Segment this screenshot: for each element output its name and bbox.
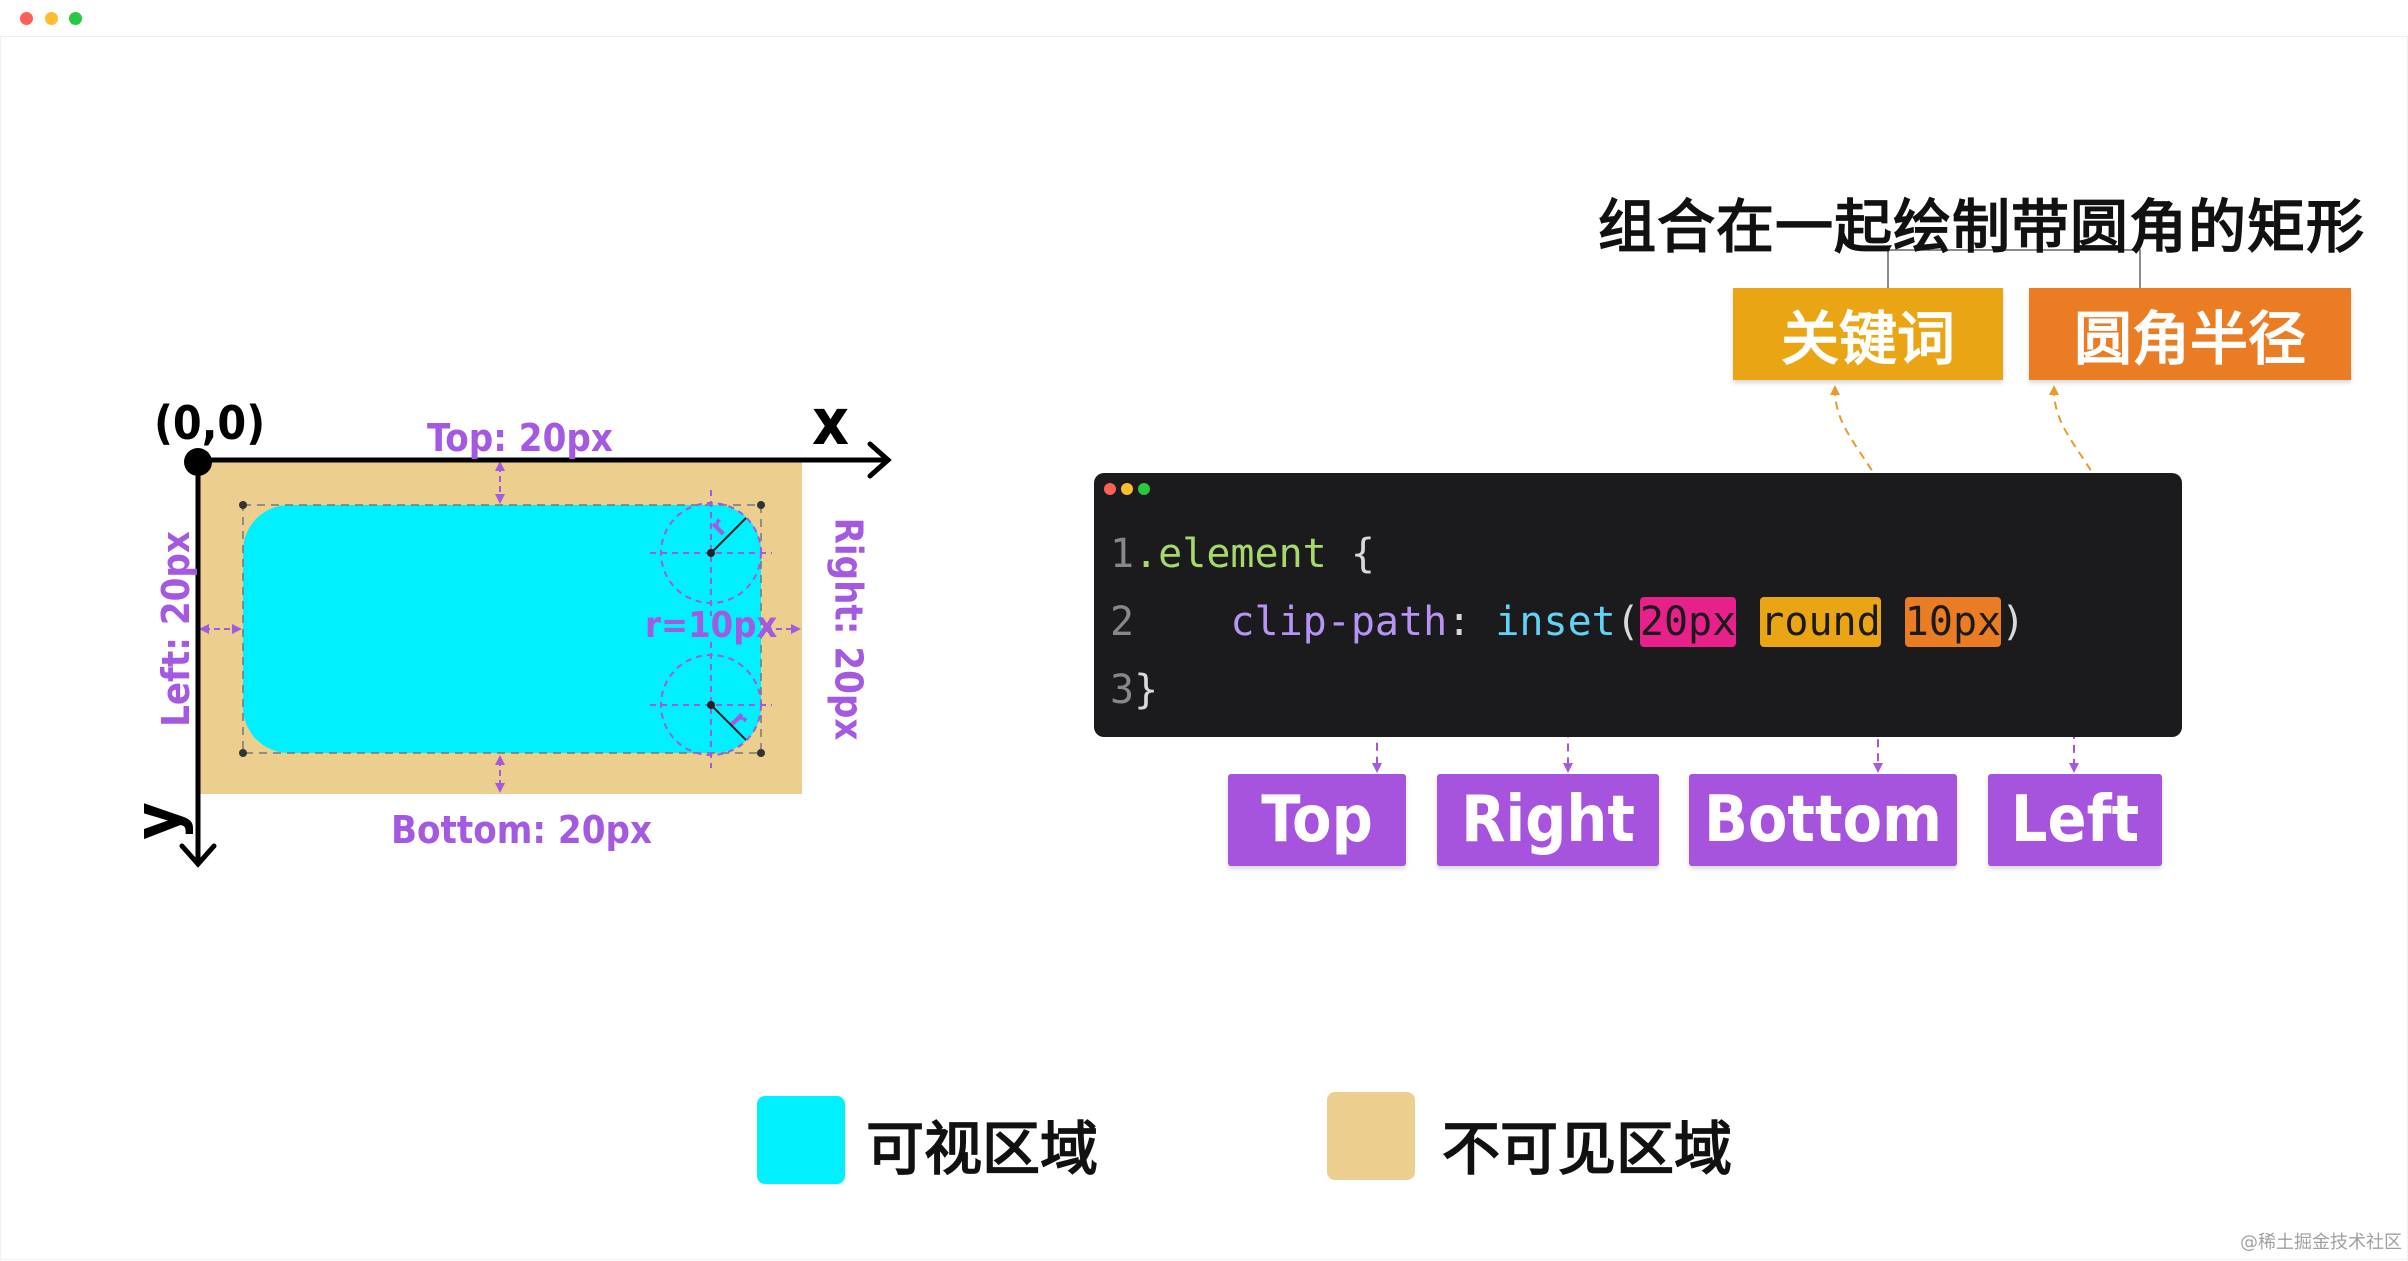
line-number: 1 bbox=[1110, 531, 1135, 577]
bottom-padding-label: Bottom: 20px bbox=[391, 808, 653, 852]
diagram-title: 组合在一起绘制带圆角的矩形 bbox=[1598, 193, 2366, 261]
x-axis-label: x bbox=[812, 386, 850, 460]
origin-point bbox=[184, 448, 212, 476]
origin-label: (0,0) bbox=[154, 396, 266, 450]
legend-invisible-label: 不可见区域 bbox=[1442, 1115, 1733, 1183]
code-colon: : bbox=[1447, 599, 1496, 645]
code-property: clip-path bbox=[1230, 599, 1448, 645]
code-maximize-dot-icon bbox=[1138, 483, 1150, 495]
code-keyword-round: round bbox=[1760, 597, 1881, 647]
side-tag-bottom: Bottom bbox=[1689, 774, 1957, 866]
radius-tag: 圆角半径 bbox=[2029, 288, 2351, 380]
code-brace: { bbox=[1326, 531, 1375, 577]
code-value-20px: 20px bbox=[1639, 597, 1737, 647]
side-tag-left: Left bbox=[1988, 774, 2162, 866]
legend-visible-label: 可视区域 bbox=[866, 1115, 1099, 1183]
side-tag-right: Right bbox=[1437, 774, 1659, 866]
code-line-1: 1.element { bbox=[1110, 531, 1375, 577]
line-number: 2 bbox=[1110, 599, 1135, 645]
code-radius-10px: 10px bbox=[1904, 597, 2002, 647]
code-brace-close: } bbox=[1134, 667, 1159, 713]
code-line-2: 2 clip-path: inset(20px round 10px) bbox=[1110, 597, 2026, 647]
code-selector: .element bbox=[1134, 531, 1327, 577]
code-block: 1.element { 2 clip-path: inset(20px roun… bbox=[1094, 473, 2182, 737]
code-close-dot-icon bbox=[1104, 483, 1116, 495]
top-padding-label: Top: 20px bbox=[427, 416, 613, 460]
watermark: @稀土掘金技术社区 bbox=[2240, 1232, 2402, 1253]
side-tag-top: Top bbox=[1228, 774, 1406, 866]
legend-invisible-swatch bbox=[1327, 1092, 1415, 1180]
left-padding-label: Left: 20px bbox=[153, 531, 198, 727]
line-number: 3 bbox=[1110, 667, 1135, 713]
code-minimize-dot-icon bbox=[1121, 483, 1133, 495]
code-function: inset bbox=[1495, 599, 1616, 645]
code-paren-close: ) bbox=[2001, 599, 2026, 645]
legend-visible-swatch bbox=[757, 1096, 845, 1184]
radius-label: r=10px bbox=[645, 605, 778, 646]
code-line-3: 3} bbox=[1110, 667, 1158, 713]
y-axis-label: y bbox=[120, 802, 195, 840]
keyword-tag: 关键词 bbox=[1733, 288, 2003, 380]
code-paren-open: ( bbox=[1615, 599, 1640, 645]
right-padding-label: Right: 20px bbox=[826, 517, 871, 741]
